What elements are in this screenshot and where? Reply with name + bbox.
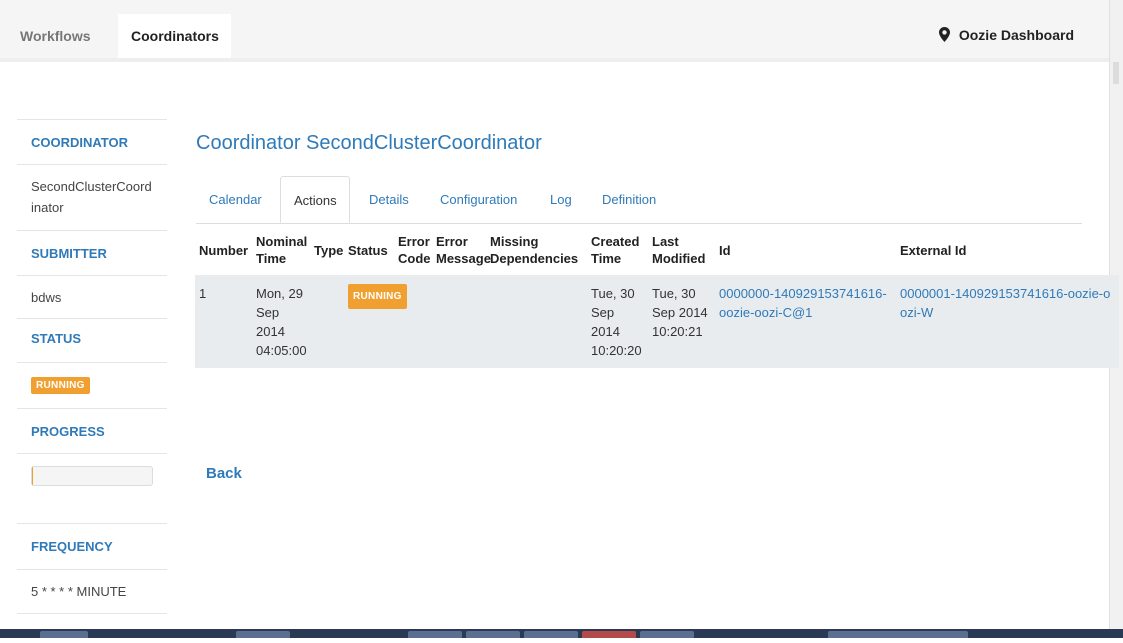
taskbar-button[interactable] (582, 631, 636, 638)
col-header-missing-dependencies[interactable]: Missing Dependencies (486, 229, 587, 275)
brand[interactable]: Oozie Dashboard (938, 27, 1074, 43)
back-link[interactable]: Back (206, 465, 242, 482)
progress-bar (31, 466, 153, 486)
cell-missing-dependencies (486, 275, 587, 368)
col-header-external-id[interactable]: External Id (896, 229, 1119, 275)
os-taskbar (0, 629, 1123, 638)
status-badge: RUNNING (31, 377, 90, 394)
frequency-value: 5 * * * * MINUTE (17, 569, 167, 613)
progress-label: PROGRESS (17, 408, 167, 453)
cell-type (310, 275, 344, 368)
tab-definition[interactable]: Definition (602, 176, 656, 223)
next-label: NEXT (17, 613, 167, 643)
col-header-error-code[interactable]: Error Code (394, 229, 432, 275)
col-header-error-message[interactable]: Error Message (432, 229, 491, 275)
top-navbar: Workflows Coordinators Oozie Dashboard (0, 0, 1110, 62)
col-header-type[interactable]: Type (310, 229, 344, 275)
col-header-status[interactable]: Status (344, 229, 394, 275)
coordinator-value: SecondClusterCoordinator (17, 164, 167, 230)
taskbar-button[interactable] (408, 631, 462, 638)
actions-table: Number Nominal Time Type Status Error Co… (195, 229, 1119, 368)
cell-status: RUNNING (344, 275, 407, 368)
tab-configuration[interactable]: Configuration (440, 176, 517, 223)
taskbar-button[interactable] (466, 631, 520, 638)
col-header-number[interactable]: Number (195, 229, 252, 275)
taskbar-button[interactable] (524, 631, 578, 638)
taskbar-button[interactable] (236, 631, 290, 638)
tab-calendar[interactable]: Calendar (209, 176, 262, 223)
submitter-value: bdws (17, 275, 167, 318)
tab-details[interactable]: Details (369, 176, 409, 223)
tab-log[interactable]: Log (550, 176, 572, 223)
tab-bar: Calendar Actions Details Configuration L… (196, 176, 1082, 224)
cell-id: 0000000-140929153741616-oozie-oozi-C@1 (715, 275, 896, 368)
sidebar: COORDINATOR SecondClusterCoordinator SUB… (17, 119, 167, 643)
cell-created-time: Tue, 30 Sep 2014 10:20:20 (587, 275, 648, 368)
col-header-created-time[interactable]: Created Time (587, 229, 648, 275)
taskbar-button[interactable] (40, 631, 88, 638)
page-title: Coordinator SecondClusterCoordinator (196, 132, 542, 154)
col-header-last-modified[interactable]: Last Modified (648, 229, 715, 275)
cell-number: 1 (195, 275, 252, 368)
action-id-link[interactable]: 0000000-140929153741616-oozie-oozi-C@1 (719, 286, 887, 320)
external-id-link[interactable]: 0000001-140929153741616-oozie-oozi-W (900, 286, 1110, 320)
cell-last-modified: Tue, 30 Sep 2014 10:20:21 (648, 275, 715, 368)
col-header-nominal-time[interactable]: Nominal Time (252, 229, 310, 275)
submitter-label: SUBMITTER (17, 230, 167, 275)
taskbar-button[interactable] (828, 631, 968, 638)
status-label: STATUS (17, 318, 167, 362)
tab-actions[interactable]: Actions (280, 176, 350, 223)
status-row: RUNNING (17, 362, 167, 408)
scrollbar-thumb[interactable] (1113, 62, 1119, 84)
map-marker-icon (938, 27, 950, 42)
row-status-badge: RUNNING (348, 284, 407, 309)
table-header-row: Number Nominal Time Type Status Error Co… (195, 229, 1119, 275)
brand-title: Oozie Dashboard (958, 27, 1074, 43)
coordinator-label: COORDINATOR (17, 119, 167, 164)
nav-tab-coordinators[interactable]: Coordinators (118, 14, 231, 58)
nav-tab-workflows[interactable]: Workflows (20, 14, 91, 58)
cell-external-id: 0000001-140929153741616-oozie-oozi-W (896, 275, 1119, 368)
progress-fill (32, 467, 34, 485)
table-row[interactable]: 1 Mon, 29 Sep 2014 04:05:00 RUNNING Tue,… (195, 275, 1119, 368)
progress-row (17, 453, 167, 523)
cell-error-message (432, 275, 486, 368)
frequency-label: FREQUENCY (17, 523, 167, 569)
taskbar-button[interactable] (640, 631, 694, 638)
col-header-id[interactable]: Id (715, 229, 896, 275)
cell-nominal-time: Mon, 29 Sep 2014 04:05:00 (252, 275, 310, 368)
